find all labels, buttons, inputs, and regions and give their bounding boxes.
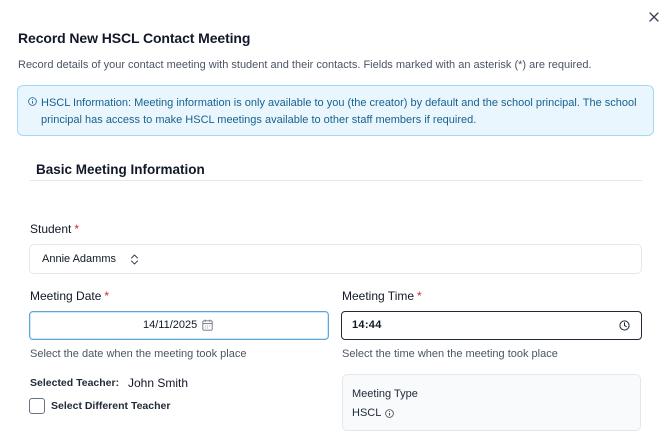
selected-teacher-label: Selected Teacher: bbox=[30, 377, 120, 389]
info-banner: HSCL Information: Meeting information is… bbox=[17, 85, 654, 136]
meeting-type-label: Meeting Type bbox=[352, 388, 418, 400]
required-mark: * bbox=[74, 222, 80, 236]
meeting-time-label: Meeting Time * bbox=[342, 289, 422, 303]
meeting-type-card: Meeting Type HSCL bbox=[342, 374, 641, 431]
meeting-date-label: Meeting Date * bbox=[30, 289, 109, 303]
clock-icon[interactable] bbox=[619, 320, 630, 331]
meeting-date-value: 14/11/2025 bbox=[143, 319, 198, 331]
meeting-date-hint: Select the date when the meeting took pl… bbox=[30, 348, 247, 360]
meeting-time-hint: Select the time when the meeting took pl… bbox=[342, 348, 558, 360]
student-select-value: Annie Adamms bbox=[42, 253, 116, 265]
dialog-description: Record details of your contact meeting w… bbox=[18, 59, 592, 71]
info-banner-text: HSCL Information: Meeting information is… bbox=[41, 97, 637, 126]
info-icon[interactable] bbox=[385, 409, 394, 418]
chevrons-up-down-icon bbox=[131, 254, 138, 265]
meeting-time-label-text: Meeting Time bbox=[342, 289, 415, 303]
meeting-time-input[interactable]: 14:44 bbox=[341, 311, 642, 340]
calendar-icon[interactable] bbox=[202, 319, 213, 331]
dialog-title: Record New HSCL Contact Meeting bbox=[18, 30, 251, 46]
meeting-type-value: HSCL bbox=[352, 407, 382, 419]
selected-teacher-name: John Smith bbox=[128, 376, 189, 390]
required-mark: * bbox=[417, 289, 422, 303]
meeting-date-label-text: Meeting Date bbox=[30, 289, 102, 303]
info-icon bbox=[28, 97, 37, 106]
select-different-teacher-label[interactable]: Select Different Teacher bbox=[51, 400, 170, 412]
student-label: Student * bbox=[30, 222, 79, 236]
section-title: Basic Meeting Information bbox=[36, 162, 205, 177]
meeting-date-input[interactable]: 14/11/2025 bbox=[29, 311, 329, 340]
close-button[interactable] bbox=[645, 8, 663, 26]
section-divider bbox=[30, 180, 642, 181]
required-mark: * bbox=[104, 289, 110, 303]
select-different-teacher-checkbox[interactable] bbox=[29, 398, 45, 414]
student-label-text: Student bbox=[30, 222, 72, 236]
student-select[interactable]: Annie Adamms bbox=[29, 244, 642, 274]
close-icon bbox=[649, 12, 659, 22]
meeting-time-value: 14:44 bbox=[352, 319, 382, 331]
